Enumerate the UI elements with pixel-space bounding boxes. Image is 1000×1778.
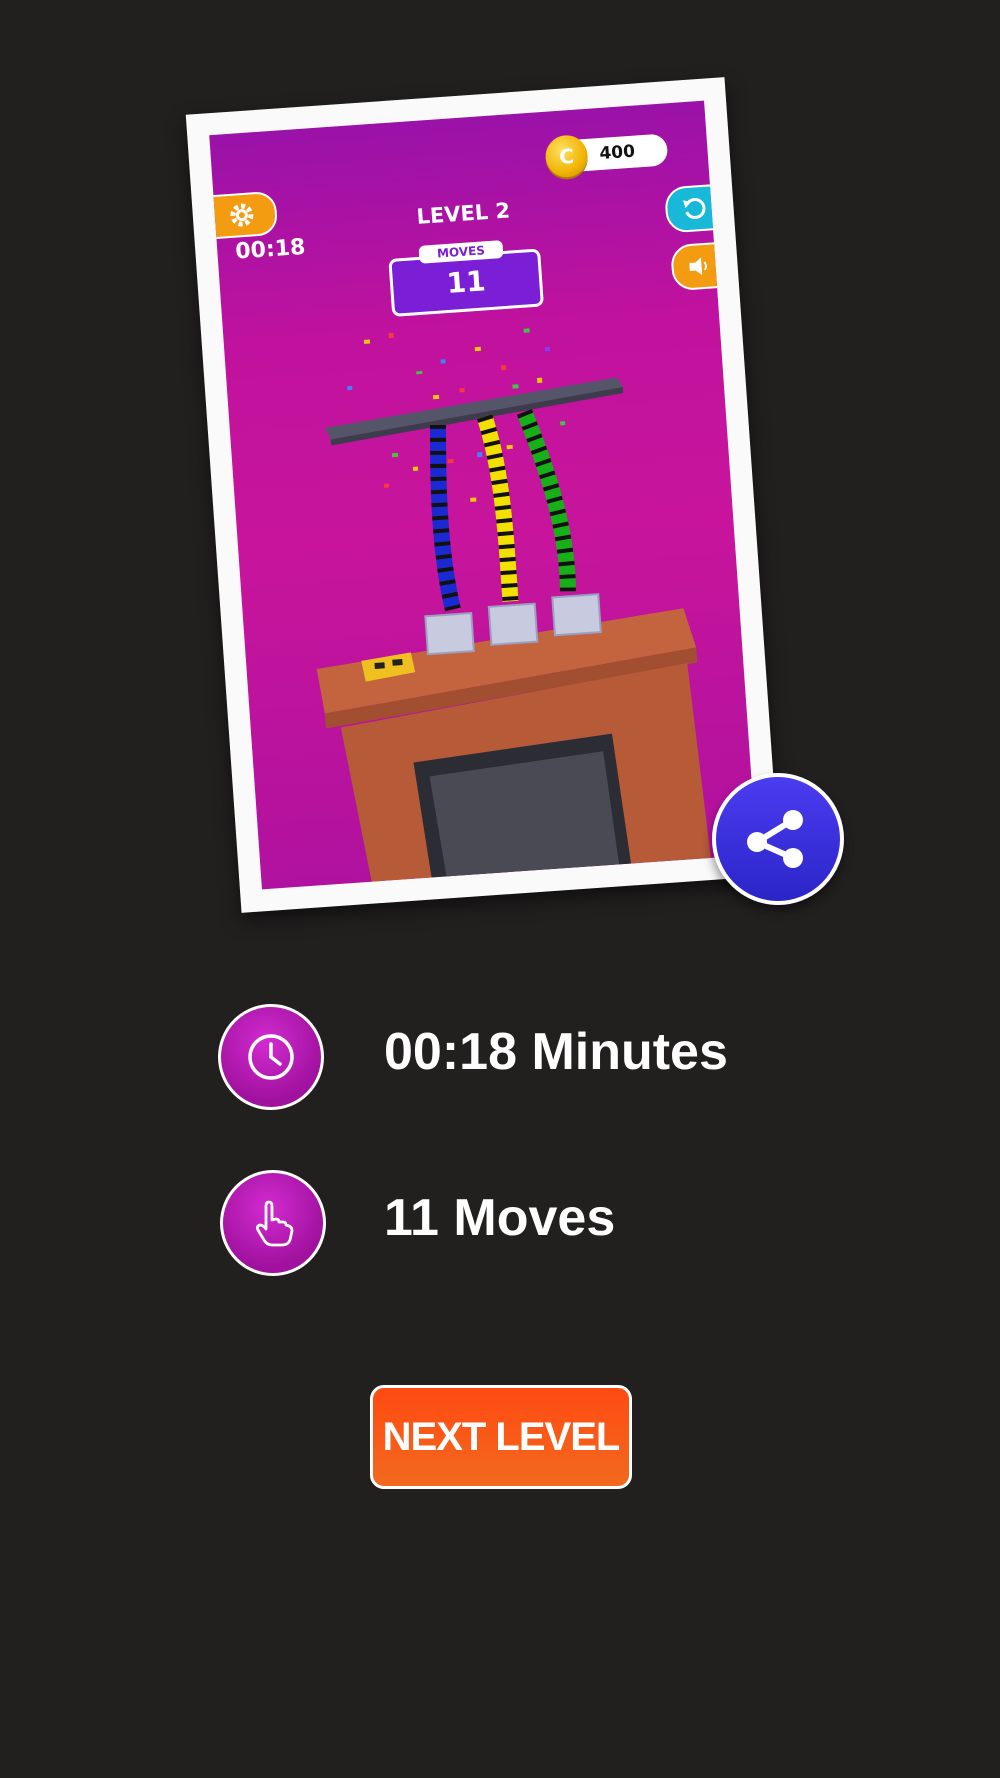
restart-icon <box>682 198 706 219</box>
screenshot-moves-box: MOVES 11 <box>388 240 544 317</box>
clock-badge <box>218 1004 324 1110</box>
restart-button <box>663 183 732 234</box>
share-button[interactable] <box>712 773 844 905</box>
share-icon <box>747 810 803 868</box>
moves-stat: 11 Moves <box>384 1189 616 1247</box>
coin-value: 400 <box>598 141 636 165</box>
level-screenshot: C 400 00:18 LEVEL 2 MOVES 11 <box>209 100 757 890</box>
next-level-button[interactable]: NEXT LEVEL <box>370 1385 632 1489</box>
hand-pointer-icon <box>255 1200 294 1247</box>
sound-icon <box>689 257 708 276</box>
time-stat: 00:18 Minutes <box>384 1023 728 1081</box>
clock-icon <box>248 1034 294 1080</box>
moves-badge <box>220 1170 326 1276</box>
sound-button <box>670 241 736 292</box>
level-screenshot-card: C 400 00:18 LEVEL 2 MOVES 11 <box>185 77 781 913</box>
moves-value: 11 <box>445 264 487 300</box>
